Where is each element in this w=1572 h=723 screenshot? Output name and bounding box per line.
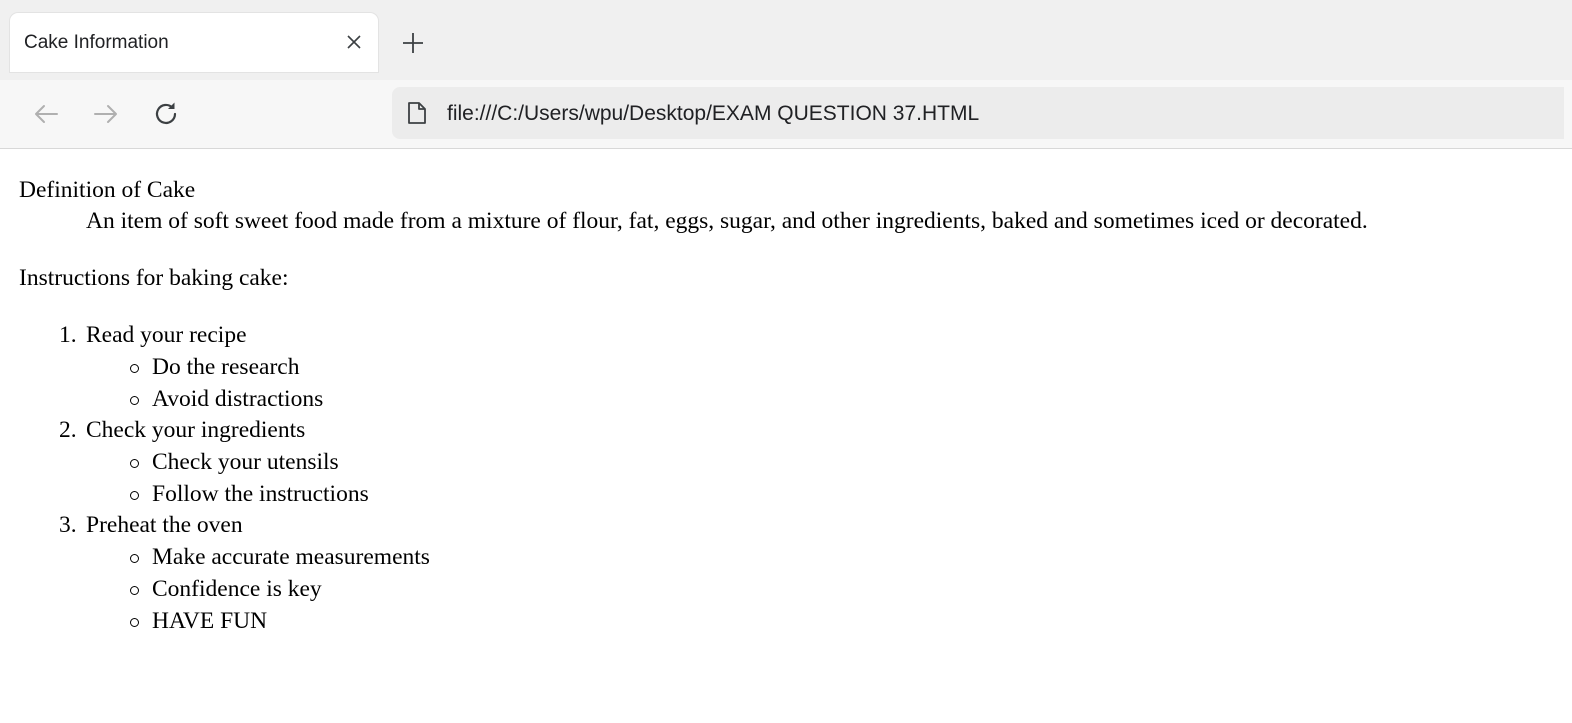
tab-title: Cake Information bbox=[24, 32, 169, 53]
bullet-icon bbox=[130, 459, 139, 468]
bullet-icon bbox=[130, 491, 139, 500]
definition-description: An item of soft sweet food made from a m… bbox=[86, 208, 1368, 234]
bullet-icon bbox=[130, 396, 139, 405]
definition-term: Definition of Cake bbox=[19, 177, 196, 203]
tab-cake-information[interactable]: Cake Information bbox=[10, 13, 378, 72]
instructions-heading: Instructions for baking cake: bbox=[19, 265, 289, 291]
sub-list-item-label: Do the research bbox=[152, 354, 300, 380]
bullet-icon bbox=[130, 618, 139, 627]
sub-list-item-label: Check your utensils bbox=[152, 449, 339, 475]
sub-list-item-label: Confidence is key bbox=[152, 576, 322, 602]
list-item-label: Read your recipe bbox=[86, 322, 247, 348]
list-item-number: 3. bbox=[59, 512, 77, 538]
arrow-left-icon[interactable] bbox=[30, 98, 62, 130]
bullet-icon bbox=[130, 554, 139, 563]
list-item-label: Preheat the oven bbox=[86, 512, 243, 538]
browser-toolbar: file:///C:/Users/wpu/Desktop/EXAM QUESTI… bbox=[0, 80, 1572, 149]
list-item-number: 2. bbox=[59, 417, 77, 443]
page-content: Definition of Cake An item of soft sweet… bbox=[0, 149, 1572, 723]
reload-icon[interactable] bbox=[150, 98, 182, 130]
url-text: file:///C:/Users/wpu/Desktop/EXAM QUESTI… bbox=[447, 102, 980, 125]
sub-list-item-label: Avoid distractions bbox=[152, 386, 324, 412]
address-bar[interactable]: file:///C:/Users/wpu/Desktop/EXAM QUESTI… bbox=[392, 87, 1564, 139]
close-icon[interactable] bbox=[344, 32, 364, 52]
browser-window: Cake Information file:///C:/Users/wpu/De… bbox=[0, 0, 1572, 723]
list-item-number: 1. bbox=[59, 322, 77, 348]
tab-strip: Cake Information bbox=[0, 0, 1572, 80]
arrow-right-icon[interactable] bbox=[90, 98, 122, 130]
file-icon bbox=[406, 101, 428, 125]
bullet-icon bbox=[130, 586, 139, 595]
plus-icon[interactable] bbox=[400, 30, 426, 56]
list-item-label: Check your ingredients bbox=[86, 417, 306, 443]
sub-list-item-label: Make accurate measurements bbox=[152, 544, 430, 570]
bullet-icon bbox=[130, 364, 139, 373]
sub-list-item-label: Follow the instructions bbox=[152, 481, 369, 507]
sub-list-item-label: HAVE FUN bbox=[152, 608, 268, 634]
